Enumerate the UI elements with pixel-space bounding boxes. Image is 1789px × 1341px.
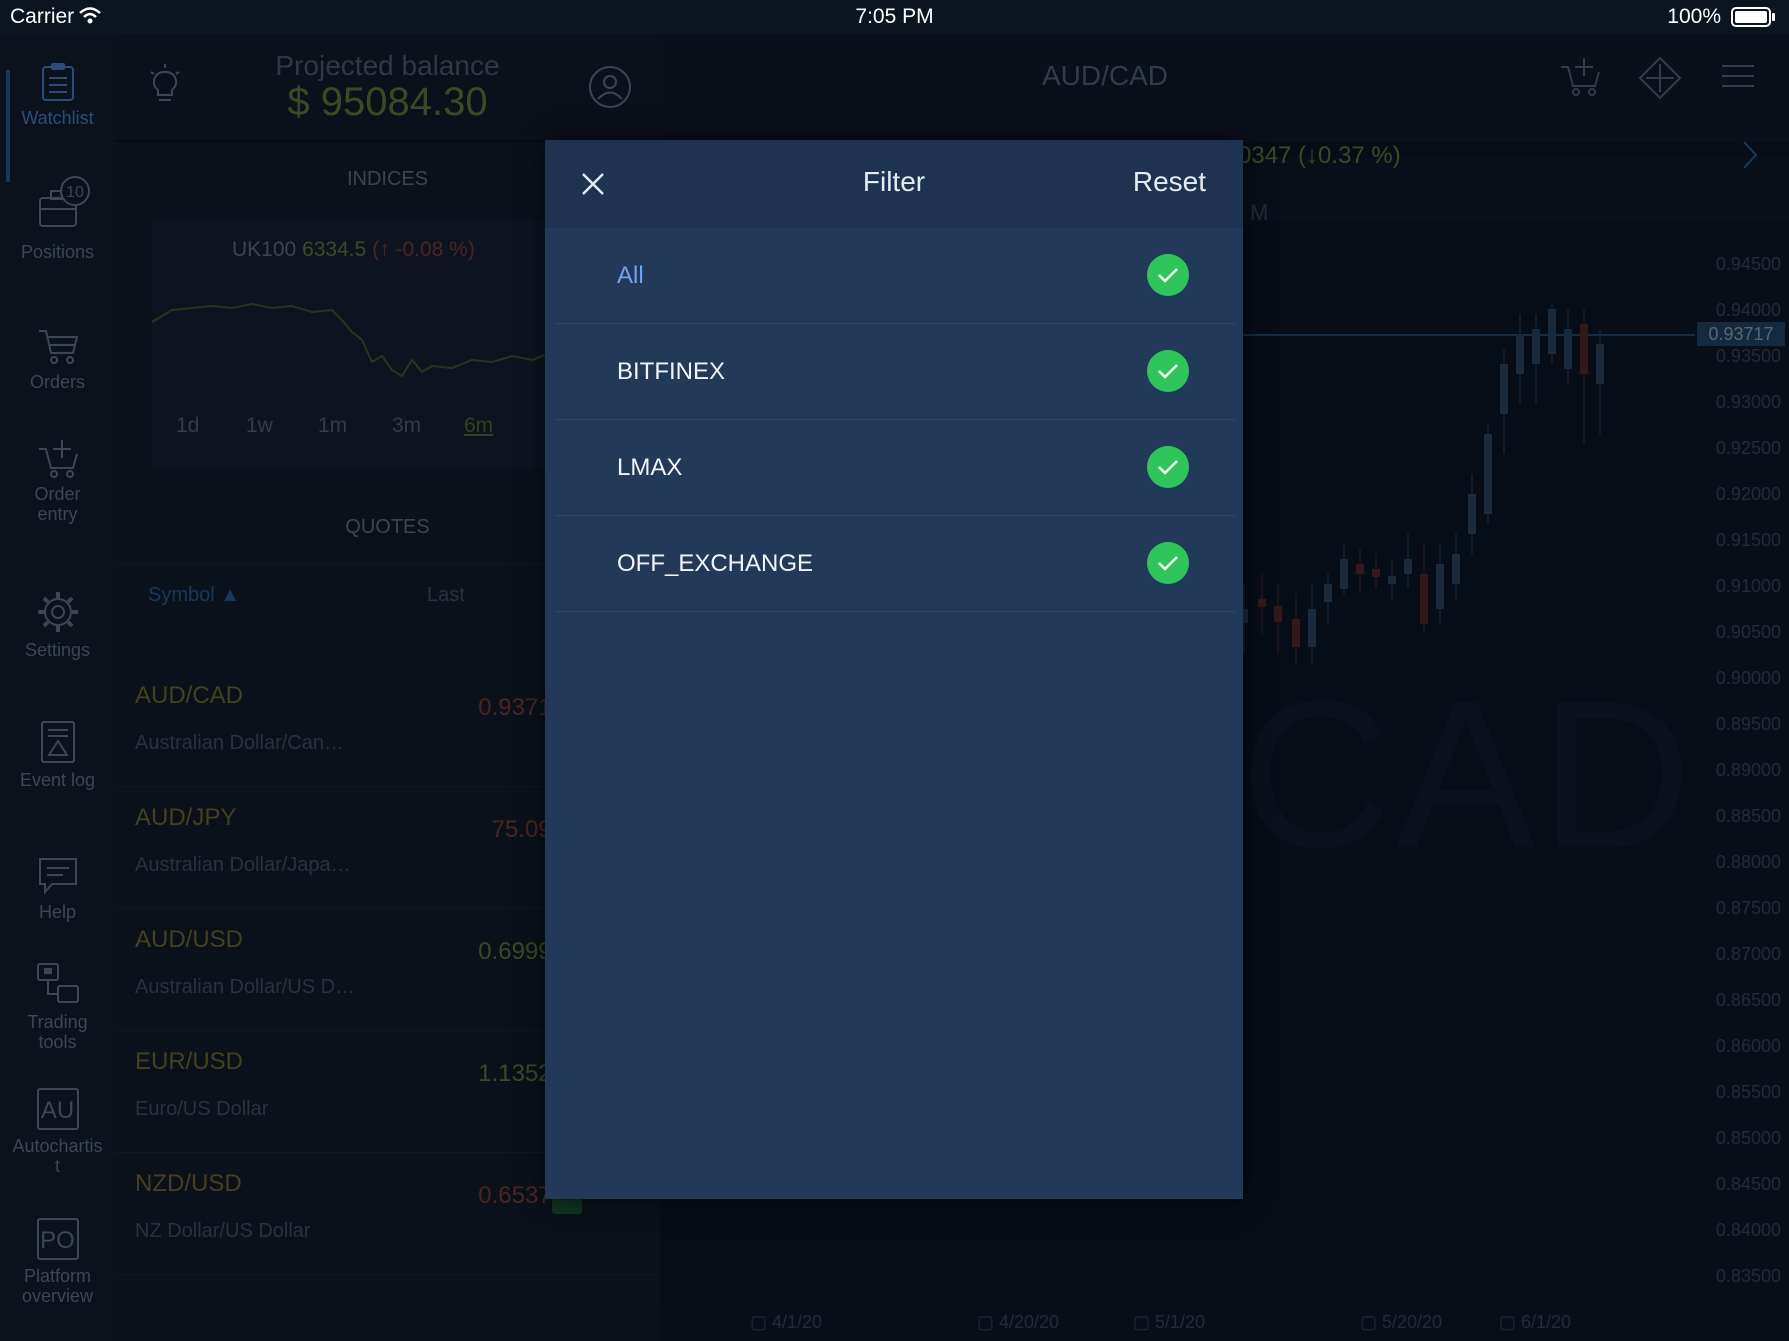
filter-option-bitfinex[interactable]: BITFINEX (555, 324, 1235, 420)
filter-option-off-exchange[interactable]: OFF_EXCHANGE (555, 516, 1235, 612)
checkmark-icon (1147, 542, 1189, 584)
filter-dialog-header: Filter Reset (545, 140, 1243, 228)
checkmark-icon (1147, 350, 1189, 392)
checkmark-icon (1147, 446, 1189, 488)
filter-option-label: OFF_EXCHANGE (617, 550, 814, 577)
battery-icon (1731, 7, 1775, 27)
filter-option-all[interactable]: All (555, 228, 1235, 324)
filter-option-label: BITFINEX (617, 358, 726, 385)
status-bar: Carrier 7:05 PM 100% (0, 0, 1789, 34)
filter-option-label: All (617, 262, 644, 289)
checkmark-icon (1147, 254, 1189, 296)
battery-percent: 100% (1667, 5, 1721, 28)
filter-dialog: Filter Reset All BITFINEX LMAX OFF_EXCHA… (545, 140, 1243, 1199)
filter-option-label: LMAX (617, 454, 683, 481)
reset-button[interactable]: Reset (1133, 166, 1206, 198)
filter-option-lmax[interactable]: LMAX (555, 420, 1235, 516)
clock: 7:05 PM (855, 5, 934, 28)
